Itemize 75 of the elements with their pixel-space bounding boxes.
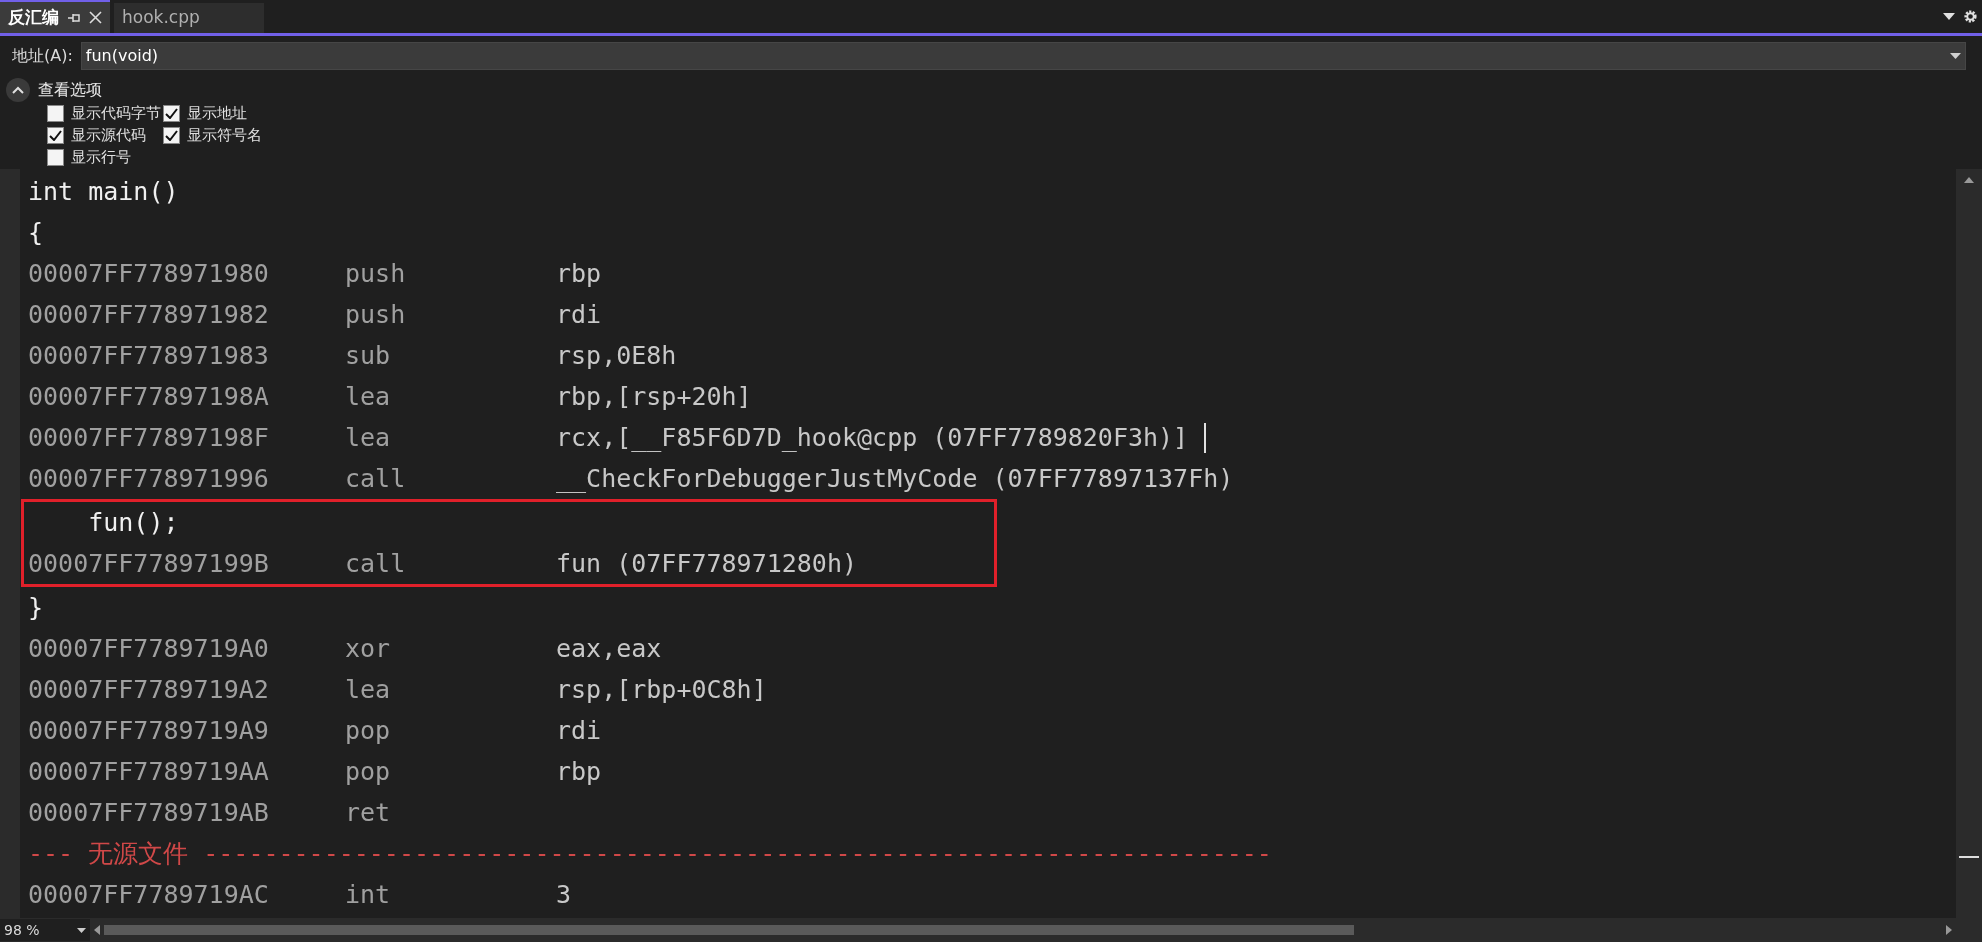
instruction-address: 00007FF7789719A9 xyxy=(28,714,269,747)
scroll-right-icon[interactable] xyxy=(1946,925,1952,935)
instruction-address: 00007FF77897199B xyxy=(28,547,269,580)
close-icon[interactable] xyxy=(89,11,102,24)
instruction-address: 00007FF7789719AB xyxy=(28,796,269,829)
scroll-up-icon[interactable] xyxy=(1964,177,1974,183)
checkmark-icon xyxy=(165,130,178,141)
instruction-mnemonic: pop xyxy=(345,755,391,788)
instruction-mnemonic: ret xyxy=(345,796,391,829)
instruction-operands: rbp xyxy=(556,755,602,788)
scroll-left-icon[interactable] xyxy=(94,925,100,935)
instruction-mnemonic: call xyxy=(345,547,406,580)
instruction-operands: rdi xyxy=(556,714,602,747)
checkmark-icon xyxy=(165,108,178,119)
option-checkbox[interactable]: 显示源代码 xyxy=(47,126,161,145)
source-line: { xyxy=(28,216,44,249)
instruction-operands: rbp xyxy=(556,257,602,290)
instruction-mnemonic: pop xyxy=(345,714,391,747)
scrollbar-thumb[interactable] xyxy=(104,925,1354,935)
instruction-address: 00007FF778971983 xyxy=(28,339,269,372)
view-options-title: 查看选项 xyxy=(38,79,102,101)
instruction-operands: rbp,[rsp+20h] xyxy=(556,380,752,413)
source-line: fun(); xyxy=(87,506,179,539)
checkmark-icon xyxy=(49,130,62,141)
option-checkbox[interactable]: 显示符号名 xyxy=(163,126,262,145)
pin-icon[interactable] xyxy=(67,11,81,24)
instruction-operands: rdi xyxy=(556,298,602,331)
option-checkbox[interactable]: 显示地址 xyxy=(163,104,262,123)
instruction-operands: 3 xyxy=(556,878,572,911)
instruction-address: 00007FF778971982 xyxy=(28,298,269,331)
instruction-address: 00007FF77897198F xyxy=(28,421,269,454)
zoom-combobox[interactable]: 98 % xyxy=(0,919,90,941)
chevron-icon xyxy=(12,86,24,94)
instruction-address: 00007FF7789719AC xyxy=(28,878,269,911)
instruction-mnemonic: lea xyxy=(345,421,391,454)
instruction-mnemonic: call xyxy=(345,462,406,495)
option-checkbox[interactable]: 显示行号 xyxy=(47,148,161,167)
instruction-mnemonic: lea xyxy=(345,380,391,413)
option-checkbox[interactable]: 显示代码字节 xyxy=(47,104,161,123)
instruction-address: 00007FF778971980 xyxy=(28,257,269,290)
instruction-operands: rcx,[__F85F6D7D_hook@cpp (07FF7789820F3h)] xyxy=(556,421,1189,454)
instruction-mnemonic: push xyxy=(345,298,406,331)
checkbox[interactable] xyxy=(47,105,64,122)
source-line: int main() xyxy=(28,175,179,208)
instruction-address: 00007FF7789719A2 xyxy=(28,673,269,706)
address-label: 地址(A): xyxy=(12,45,73,67)
instruction-address: 00007FF7789719AA xyxy=(28,755,269,788)
dropdown-caret-icon xyxy=(77,927,86,933)
instruction-address: 00007FF778971996 xyxy=(28,462,269,495)
dropdown-caret-icon xyxy=(1950,53,1961,59)
checkbox[interactable] xyxy=(163,105,180,122)
source-line: } xyxy=(28,591,44,624)
instruction-mnemonic: xor xyxy=(345,632,391,665)
address-combobox[interactable]: fun(void) xyxy=(80,42,1966,70)
instruction-mnemonic: lea xyxy=(345,673,391,706)
instruction-address: 00007FF77897198A xyxy=(28,380,269,413)
document-tab[interactable]: 反汇编 xyxy=(0,0,110,33)
instruction-operands: rsp,[rbp+0C8h] xyxy=(556,673,767,706)
instruction-operands: rsp,0E8h xyxy=(556,339,677,372)
settings-icon[interactable] xyxy=(1963,9,1978,24)
collapse-toggle-button[interactable] xyxy=(6,78,30,102)
document-tab[interactable]: hook.cpp xyxy=(114,3,264,33)
instruction-operands: fun (07FF778971280h) xyxy=(556,547,858,580)
instruction-mnemonic: int xyxy=(345,878,391,911)
checkbox[interactable] xyxy=(163,127,180,144)
dropdown-caret-icon[interactable] xyxy=(1943,13,1955,20)
no-source-separator: --- 无源文件 ----------------------------------------------------------------------- xyxy=(28,837,1272,870)
checkbox[interactable] xyxy=(47,149,64,166)
checkbox[interactable] xyxy=(47,127,64,144)
instruction-operands: eax,eax xyxy=(556,632,662,665)
instruction-operands: __CheckForDebuggerJustMyCode (07FF77897137Fh) xyxy=(556,462,1234,495)
vertical-scrollbar[interactable] xyxy=(1956,169,1982,918)
instruction-mnemonic: push xyxy=(345,257,406,290)
instruction-mnemonic: sub xyxy=(345,339,391,372)
instruction-address: 00007FF7789719A0 xyxy=(28,632,269,665)
